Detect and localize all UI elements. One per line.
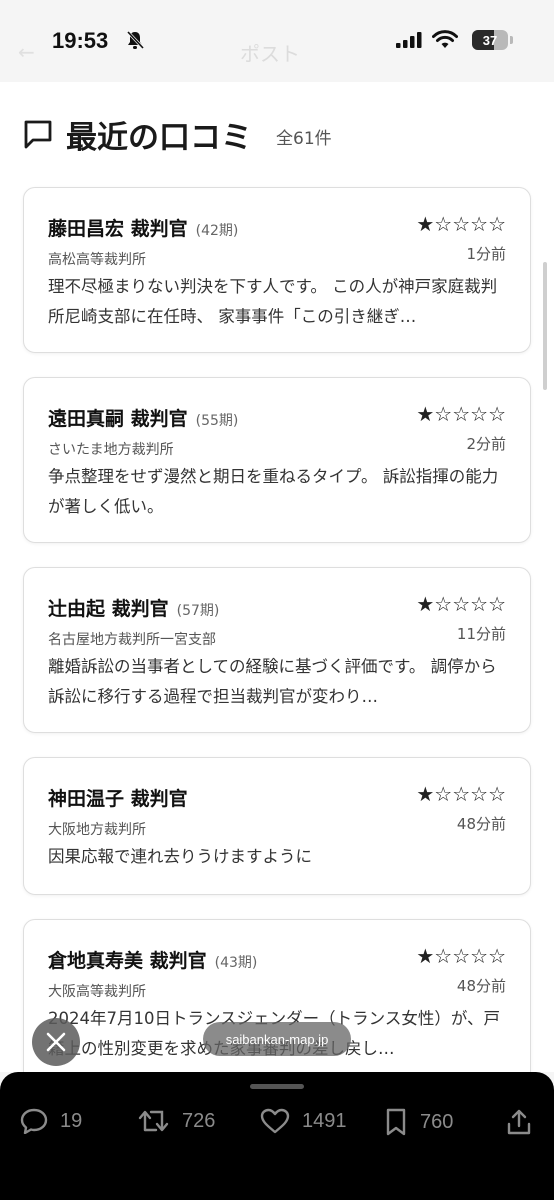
- review-card[interactable]: 辻由起 裁判官 (57期) ★☆☆☆☆ 11分前 名古屋地方裁判所一宮支部 離婚訴…: [23, 567, 531, 733]
- reply-count: 19: [60, 1109, 83, 1132]
- star-rating: ★☆☆☆☆: [416, 782, 506, 806]
- star-rating: ★☆☆☆☆: [416, 944, 506, 968]
- status-time: 19:53: [52, 28, 109, 53]
- bookmark-button[interactable]: 760: [384, 1108, 453, 1136]
- review-time: 48分前: [456, 977, 506, 995]
- judge-name[interactable]: 遠田真嗣 裁判官 (55期): [48, 404, 238, 431]
- judge-term: (55期): [195, 413, 239, 429]
- section-header: 最近の口コミ 全61件: [22, 114, 332, 156]
- close-icon: [46, 1032, 66, 1052]
- heart-icon: [260, 1108, 290, 1134]
- share-icon: [507, 1109, 531, 1135]
- court-name: 高松高等裁判所: [48, 252, 146, 268]
- review-time: 48分前: [456, 815, 506, 833]
- review-text: 理不尽極まりない判決を下す人です。 この人が神戸家庭裁判所尼崎支部に在任時、 家…: [48, 277, 498, 326]
- bell-muted-icon: [126, 30, 145, 54]
- repost-count: 726: [182, 1109, 216, 1132]
- battery-icon: 37: [472, 30, 508, 50]
- judge-name[interactable]: 倉地真寿美 裁判官 (43期): [48, 946, 257, 973]
- reply-icon: [20, 1108, 48, 1134]
- judge-name[interactable]: 辻由起 裁判官 (57期): [48, 594, 219, 621]
- court-name: 名古屋地方裁判所一宮支部: [48, 632, 216, 648]
- review-card[interactable]: 藤田昌宏 裁判官 (42期) ★☆☆☆☆ 1分前 高松高等裁判所 理不尽極まりない…: [23, 187, 531, 353]
- web-content: 最近の口コミ 全61件 藤田昌宏 裁判官 (42期) ★☆☆☆☆ 1分前 高松高等…: [0, 82, 554, 1072]
- review-text: 離婚訴訟の当事者としての経験に基づく評価です。 調停から訴訟に移行する過程で担当…: [48, 657, 497, 706]
- judge-name[interactable]: 神田温子 裁判官: [48, 784, 196, 811]
- review-text: 因果応報で連れ去りうけますように: [48, 847, 312, 866]
- scrollbar[interactable]: [543, 262, 547, 390]
- review-count: 全61件: [276, 128, 332, 149]
- review-card[interactable]: 遠田真嗣 裁判官 (55期) ★☆☆☆☆ 2分前 さいたま地方裁判所 争点整理をせ…: [23, 377, 531, 543]
- close-button[interactable]: [32, 1018, 80, 1066]
- judge-term: (42期): [195, 223, 239, 239]
- repost-button[interactable]: 726: [138, 1108, 215, 1134]
- battery-nub: [510, 36, 513, 44]
- like-button[interactable]: 1491: [260, 1108, 347, 1134]
- judge-term: (43期): [214, 955, 258, 971]
- review-card[interactable]: 神田温子 裁判官 ★☆☆☆☆ 48分前 大阪地方裁判所 因果応報で連れ去りうけま…: [23, 757, 531, 895]
- star-rating: ★☆☆☆☆: [416, 402, 506, 426]
- judge-name[interactable]: 藤田昌宏 裁判官 (42期): [48, 214, 238, 241]
- repost-icon: [138, 1110, 169, 1132]
- url-pill[interactable]: saibankan-map.jp: [203, 1022, 351, 1056]
- share-button[interactable]: [506, 1108, 532, 1136]
- drag-handle[interactable]: [250, 1084, 304, 1089]
- review-text: 争点整理をせず漫然と期日を重ねるタイプ。 訴訟指揮の能力が著しく低い。: [48, 467, 499, 516]
- judge-term: (57期): [176, 603, 220, 619]
- back-arrow-faded[interactable]: ←: [18, 40, 35, 64]
- faded-page-title: ポスト: [240, 44, 300, 66]
- court-name: 大阪地方裁判所: [48, 822, 146, 838]
- star-rating: ★☆☆☆☆: [416, 212, 506, 236]
- review-time: 11分前: [456, 625, 506, 643]
- review-time: 2分前: [466, 435, 506, 453]
- bookmark-count: 760: [420, 1110, 454, 1133]
- bottom-action-bar: 19 726 1491 760: [0, 1072, 554, 1200]
- review-time: 1分前: [466, 245, 506, 263]
- reply-button[interactable]: 19: [20, 1108, 82, 1134]
- section-title: 最近の口コミ: [66, 119, 252, 156]
- bookmark-icon: [386, 1108, 406, 1136]
- star-rating: ★☆☆☆☆: [416, 592, 506, 616]
- status-bar: ← 19:53 ポスト 37: [0, 0, 554, 82]
- court-name: さいたま地方裁判所: [48, 442, 174, 458]
- wifi-icon: [432, 30, 458, 54]
- court-name: 大阪高等裁判所: [48, 984, 146, 1000]
- battery-level: 37: [482, 32, 498, 48]
- like-count: 1491: [302, 1109, 347, 1132]
- cellular-signal-icon: [396, 32, 424, 52]
- comment-icon: [24, 120, 52, 149]
